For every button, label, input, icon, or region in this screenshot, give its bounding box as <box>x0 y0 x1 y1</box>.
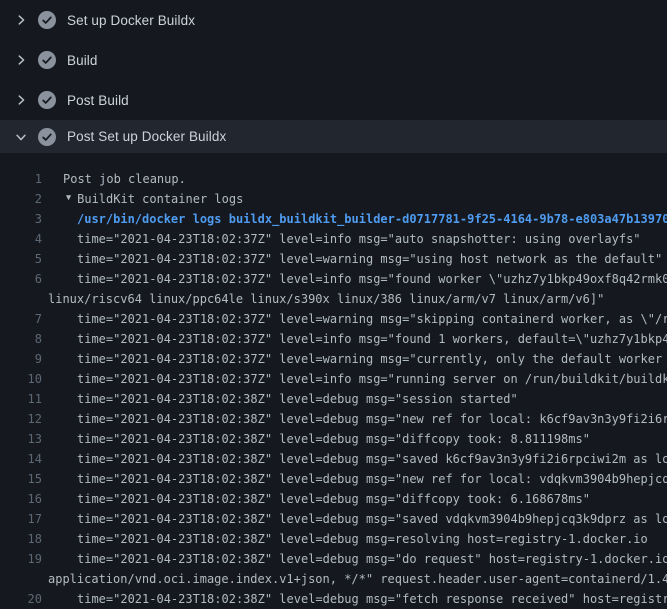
check-circle-icon <box>38 11 56 29</box>
log-line: 6 time="2021-04-23T18:02:37Z" level=info… <box>0 269 667 289</box>
triangle-down-icon: ▼ <box>66 189 71 208</box>
step-label: Build <box>67 53 98 68</box>
line-number[interactable]: 3 <box>0 209 42 229</box>
log-text: time="2021-04-23T18:02:38Z" level=debug … <box>77 509 667 529</box>
log-text: time="2021-04-23T18:02:38Z" level=debug … <box>77 389 518 409</box>
log-area: 1 Post job cleanup. 2 ▼ BuildKit contain… <box>0 153 667 609</box>
log-line: 4 time="2021-04-23T18:02:37Z" level=info… <box>0 229 667 249</box>
line-number[interactable]: 7 <box>0 309 42 329</box>
step-label: Post Build <box>67 93 129 108</box>
log-text: time="2021-04-23T18:02:38Z" level=debug … <box>77 409 667 429</box>
log-line: 11 time="2021-04-23T18:02:38Z" level=deb… <box>0 389 667 409</box>
line-number[interactable]: 4 <box>0 229 42 249</box>
log-line: 5 time="2021-04-23T18:02:37Z" level=warn… <box>0 249 667 269</box>
line-number[interactable]: 18 <box>0 529 42 549</box>
log-line: 15 time="2021-04-23T18:02:38Z" level=deb… <box>0 469 667 489</box>
log-line: 8 time="2021-04-23T18:02:37Z" level=info… <box>0 329 667 349</box>
log-text: time="2021-04-23T18:02:37Z" level=warnin… <box>77 349 667 369</box>
log-line: 17 time="2021-04-23T18:02:38Z" level=deb… <box>0 509 667 529</box>
line-number[interactable]: 19 <box>0 549 42 569</box>
log-text: time="2021-04-23T18:02:38Z" level=debug … <box>77 549 667 569</box>
step-label: Set up Docker Buildx <box>67 13 195 28</box>
log-text: linux/riscv64 linux/ppc64le linux/s390x … <box>48 289 604 309</box>
log-line: 1 Post job cleanup. <box>0 169 667 189</box>
line-number[interactable]: 8 <box>0 329 42 349</box>
line-number[interactable]: 2 <box>0 189 42 209</box>
actions-log-viewer: Set up Docker Buildx Build <box>0 0 667 609</box>
log-line: 19 time="2021-04-23T18:02:38Z" level=deb… <box>0 549 667 569</box>
line-number[interactable]: 16 <box>0 489 42 509</box>
log-line: 14 time="2021-04-23T18:02:38Z" level=deb… <box>0 449 667 469</box>
log-text: time="2021-04-23T18:02:38Z" level=debug … <box>77 469 667 489</box>
log-line: application/vnd.oci.image.index.v1+json,… <box>0 569 667 589</box>
line-number[interactable]: 10 <box>0 369 42 389</box>
log-line: linux/riscv64 linux/ppc64le linux/s390x … <box>0 289 667 309</box>
log-text: time="2021-04-23T18:02:37Z" level=warnin… <box>77 309 667 329</box>
line-number[interactable]: 6 <box>0 269 42 289</box>
log-text: time="2021-04-23T18:02:37Z" level=info m… <box>77 269 667 289</box>
line-number[interactable]: 14 <box>0 449 42 469</box>
step-list: Set up Docker Buildx Build <box>0 0 667 153</box>
log-text: /usr/bin/docker logs buildx_buildkit_bui… <box>77 209 667 229</box>
step-header-post-build[interactable]: Post Build <box>0 80 667 120</box>
log-text: time="2021-04-23T18:02:38Z" level=debug … <box>77 429 590 449</box>
line-number[interactable]: 9 <box>0 349 42 369</box>
line-number[interactable]: 11 <box>0 389 42 409</box>
step-header-build[interactable]: Build <box>0 40 667 80</box>
log-line: 3 /usr/bin/docker logs buildx_buildkit_b… <box>0 209 667 229</box>
chevron-down-icon <box>14 130 28 144</box>
log-line: 12 time="2021-04-23T18:02:38Z" level=deb… <box>0 409 667 429</box>
chevron-right-icon <box>14 53 28 67</box>
log-text: time="2021-04-23T18:02:38Z" level=debug … <box>77 589 667 609</box>
log-text: BuildKit container logs <box>77 189 243 209</box>
step-header-set-up-docker-buildx[interactable]: Set up Docker Buildx <box>0 0 667 40</box>
log-line: 18 time="2021-04-23T18:02:38Z" level=deb… <box>0 529 667 549</box>
log-line: 13 time="2021-04-23T18:02:38Z" level=deb… <box>0 429 667 449</box>
log-line: 10 time="2021-04-23T18:02:37Z" level=inf… <box>0 369 667 389</box>
log-line: 7 time="2021-04-23T18:02:37Z" level=warn… <box>0 309 667 329</box>
line-number[interactable]: 20 <box>0 589 42 609</box>
log-text: application/vnd.oci.image.index.v1+json,… <box>48 569 667 589</box>
chevron-right-icon <box>14 13 28 27</box>
line-number[interactable]: 1 <box>0 169 42 189</box>
chevron-right-icon <box>14 93 28 107</box>
step-label: Post Set up Docker Buildx <box>67 129 226 144</box>
check-circle-icon <box>38 51 56 69</box>
line-number[interactable]: 13 <box>0 429 42 449</box>
log-text: Post job cleanup. <box>63 169 186 189</box>
log-text: time="2021-04-23T18:02:37Z" level=warnin… <box>77 249 662 269</box>
log-group-toggle[interactable]: 2 ▼ BuildKit container logs <box>0 189 667 209</box>
log-text: time="2021-04-23T18:02:37Z" level=info m… <box>77 369 667 389</box>
log-line: 16 time="2021-04-23T18:02:38Z" level=deb… <box>0 489 667 509</box>
log-text: time="2021-04-23T18:02:37Z" level=info m… <box>77 329 667 349</box>
line-number[interactable]: 17 <box>0 509 42 529</box>
line-number[interactable]: 5 <box>0 249 42 269</box>
log-text: time="2021-04-23T18:02:38Z" level=debug … <box>77 529 648 549</box>
log-text: time="2021-04-23T18:02:37Z" level=info m… <box>77 229 641 249</box>
log-text: time="2021-04-23T18:02:38Z" level=debug … <box>77 449 667 469</box>
check-circle-icon <box>38 128 56 146</box>
check-circle-icon <box>38 91 56 109</box>
line-number[interactable]: 15 <box>0 469 42 489</box>
step-header-post-set-up-docker-buildx[interactable]: Post Set up Docker Buildx <box>0 120 667 153</box>
log-line: 9 time="2021-04-23T18:02:37Z" level=warn… <box>0 349 667 369</box>
line-number[interactable]: 12 <box>0 409 42 429</box>
log-text: time="2021-04-23T18:02:38Z" level=debug … <box>77 489 590 509</box>
log-line: 20 time="2021-04-23T18:02:38Z" level=deb… <box>0 589 667 609</box>
